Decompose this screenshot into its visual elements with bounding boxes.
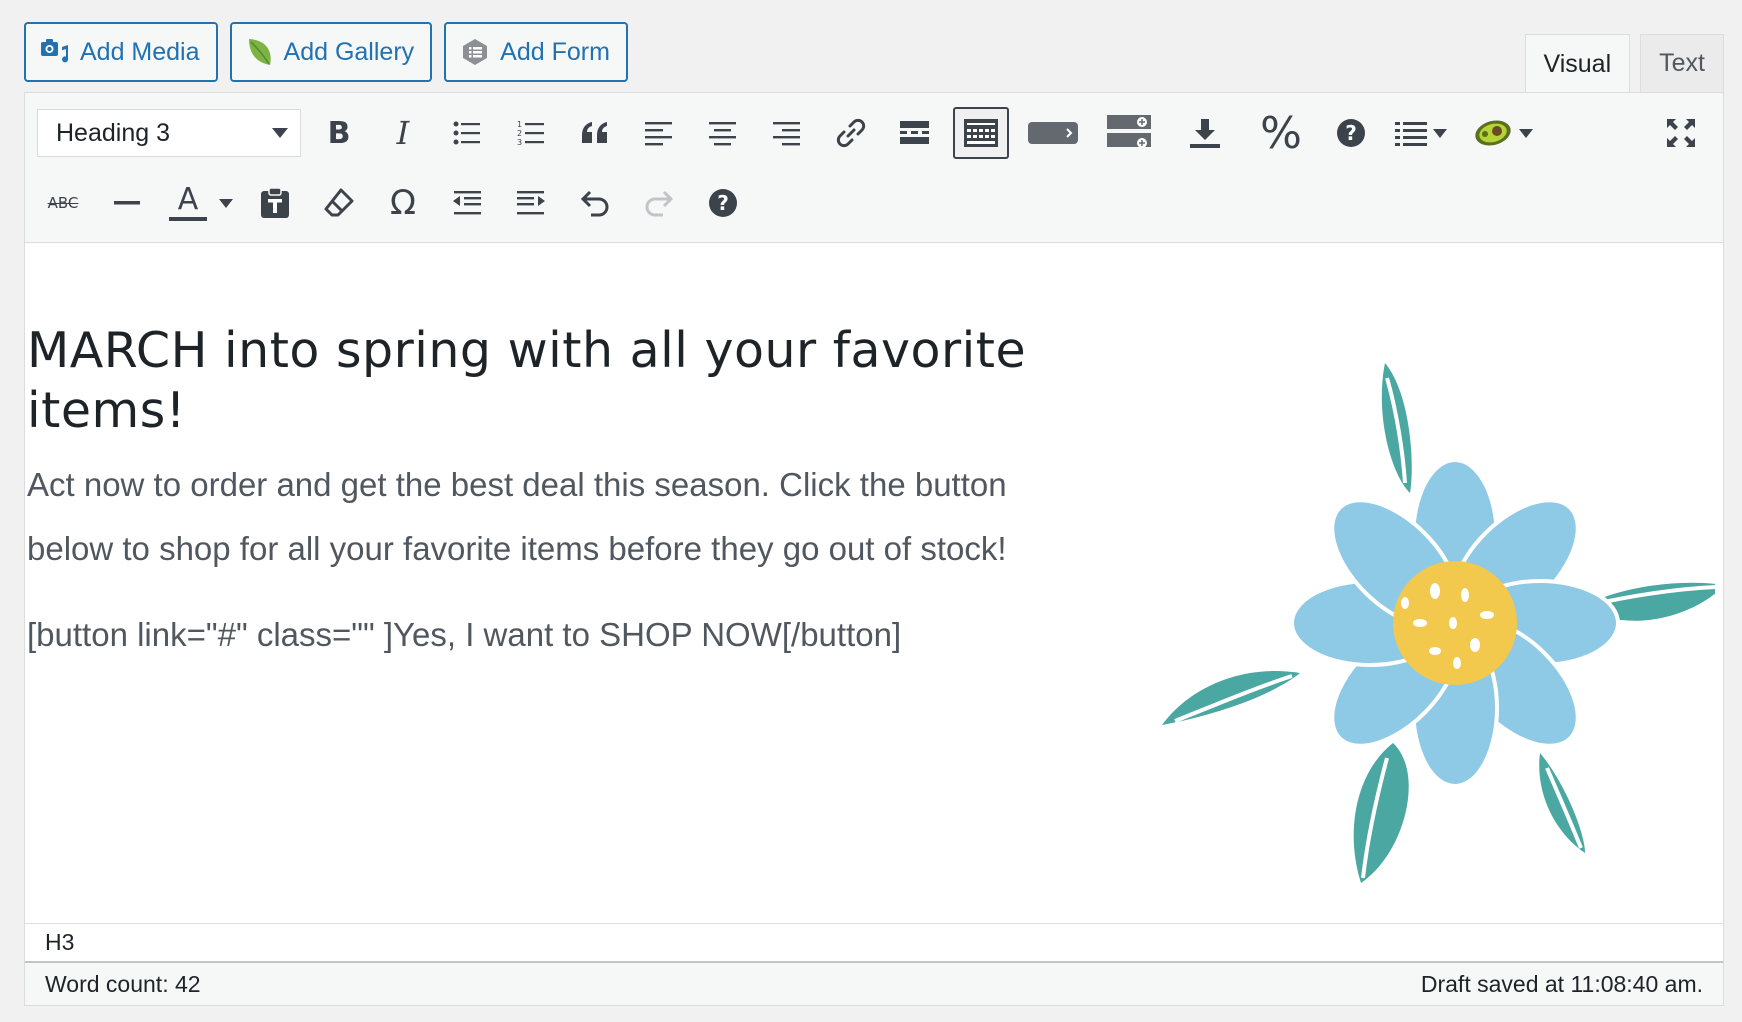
read-more-button[interactable] <box>889 107 941 159</box>
button-shortcode-button[interactable] <box>1021 107 1085 159</box>
editor-content[interactable]: MARCH into spring with all your favorite… <box>25 243 1723 923</box>
element-path-bar: H3 <box>25 923 1723 961</box>
blockquote-button[interactable] <box>569 107 621 159</box>
clear-formatting-button[interactable] <box>313 177 365 229</box>
content-paragraph[interactable]: Act now to order and get the best deal t… <box>27 453 1037 581</box>
percent-icon: % <box>1260 107 1302 159</box>
special-character-icon: Ω <box>390 183 416 223</box>
editor-tabs: Visual Text <box>1524 34 1724 93</box>
editor: Heading 3 B I 1 2 3 % ? ABC A Ω ? MARCH … <box>24 92 1724 1006</box>
media-icon <box>41 39 69 63</box>
bulleted-list-button[interactable] <box>441 107 493 159</box>
paste-as-text-icon <box>261 187 289 218</box>
toolbar-toggle-button[interactable] <box>953 107 1009 159</box>
toolbar-toggle-icon <box>964 119 998 147</box>
indent-icon <box>517 191 545 215</box>
draft-saved-status: Draft saved at 11:08:40 am. <box>1420 970 1703 997</box>
strikethrough-button[interactable]: ABC <box>37 177 89 229</box>
strikethrough-icon: ABC <box>47 194 79 212</box>
text-color-button[interactable]: A <box>165 177 237 229</box>
align-left-icon <box>645 122 672 146</box>
word-count-bar: Word count: 42 Draft saved at 11:08:40 a… <box>25 961 1723 1005</box>
horizontal-line-button[interactable] <box>101 177 153 229</box>
chevron-down-icon <box>272 128 288 138</box>
svg-text:1: 1 <box>517 120 522 129</box>
button-shortcode-icon <box>1028 122 1078 144</box>
bulleted-list-icon <box>453 121 480 145</box>
svg-text:3: 3 <box>517 138 522 147</box>
download-icon <box>1190 119 1220 148</box>
fullscreen-button[interactable] <box>1655 107 1707 159</box>
undo-button[interactable] <box>569 177 621 229</box>
word-count: Word count: 42 <box>45 970 201 997</box>
paste-as-text-button[interactable] <box>249 177 301 229</box>
indent-button[interactable] <box>505 177 557 229</box>
form-icon <box>463 39 488 65</box>
blockquote-icon <box>582 122 607 143</box>
tab-text[interactable]: Text <box>1640 34 1724 92</box>
align-left-button[interactable] <box>633 107 685 159</box>
button-shortcode-text[interactable]: [button link="#" class="" ]Yes, I want t… <box>27 613 901 657</box>
add-media-label: Add Media <box>80 37 200 66</box>
outdent-icon <box>453 191 481 215</box>
chevron-down-icon <box>219 198 233 208</box>
numbered-list-icon: 1 2 3 <box>517 120 544 147</box>
add-gallery-button[interactable]: Add Gallery <box>229 22 433 82</box>
add-form-label: Add Form <box>500 37 610 66</box>
help-button[interactable]: ? <box>1325 107 1377 159</box>
bold-button[interactable]: B <box>313 107 365 159</box>
text-color-swatch <box>169 216 207 221</box>
add-form-button[interactable]: Add Form <box>444 22 628 82</box>
insert-link-button[interactable] <box>825 107 877 159</box>
avocado-plugin-button[interactable] <box>1471 107 1535 159</box>
numbered-list-button[interactable]: 1 2 3 <box>505 107 557 159</box>
content-heading[interactable]: MARCH into spring with all your favorite… <box>27 321 1047 441</box>
add-media-button[interactable]: Add Media <box>24 22 218 82</box>
chevron-down-icon <box>1519 128 1533 138</box>
download-button[interactable] <box>1173 107 1237 159</box>
table-shortcode-icon <box>1107 115 1151 148</box>
special-character-button[interactable]: Ω <box>377 177 429 229</box>
leaf-bottom <box>1353 743 1409 883</box>
svg-text:2: 2 <box>517 129 522 138</box>
keyboard-shortcuts-button[interactable]: ? <box>697 177 749 229</box>
bold-icon: B <box>327 115 351 151</box>
text-color-icon: A <box>169 181 207 221</box>
horizontal-line-icon <box>114 201 140 205</box>
outdent-button[interactable] <box>441 177 493 229</box>
align-right-icon <box>773 122 800 146</box>
add-gallery-label: Add Gallery <box>283 37 415 66</box>
keyboard-shortcuts-icon: ? <box>709 189 737 217</box>
columns-icon <box>1395 122 1427 146</box>
italic-icon: I <box>396 114 410 152</box>
format-select-value: Heading 3 <box>56 118 170 147</box>
avocado-plugin-icon <box>1475 120 1511 146</box>
element-path[interactable]: H3 <box>45 929 74 956</box>
undo-icon <box>580 190 609 217</box>
leaf-icon <box>248 39 271 65</box>
table-shortcode-button[interactable] <box>1097 107 1161 159</box>
format-select[interactable]: Heading 3 <box>37 109 301 157</box>
columns-dropdown-button[interactable] <box>1389 107 1453 159</box>
italic-button[interactable]: I <box>377 107 429 159</box>
redo-button <box>633 177 685 229</box>
fullscreen-icon <box>1667 119 1695 147</box>
toolbar-row-1: Heading 3 B I 1 2 3 % ? <box>25 103 1535 163</box>
flower-image[interactable] <box>1135 333 1715 893</box>
toolbar-row-2: ABC A Ω ? <box>25 173 749 233</box>
redo-icon <box>645 190 674 217</box>
percent-button[interactable]: % <box>1249 107 1313 159</box>
chevron-down-icon <box>1433 128 1447 138</box>
align-right-button[interactable] <box>761 107 813 159</box>
read-more-icon <box>900 121 929 144</box>
text-color-label: A <box>177 181 199 217</box>
clear-formatting-icon <box>324 188 354 217</box>
tab-visual[interactable]: Visual <box>1524 34 1631 93</box>
align-center-icon <box>709 122 736 146</box>
editor-toolbar: Heading 3 B I 1 2 3 % ? ABC A Ω ? <box>25 93 1723 243</box>
link-icon <box>836 118 866 148</box>
align-center-button[interactable] <box>697 107 749 159</box>
help-icon: ? <box>1337 119 1365 147</box>
media-buttons: Add Media Add Gallery Add Form <box>24 22 628 82</box>
